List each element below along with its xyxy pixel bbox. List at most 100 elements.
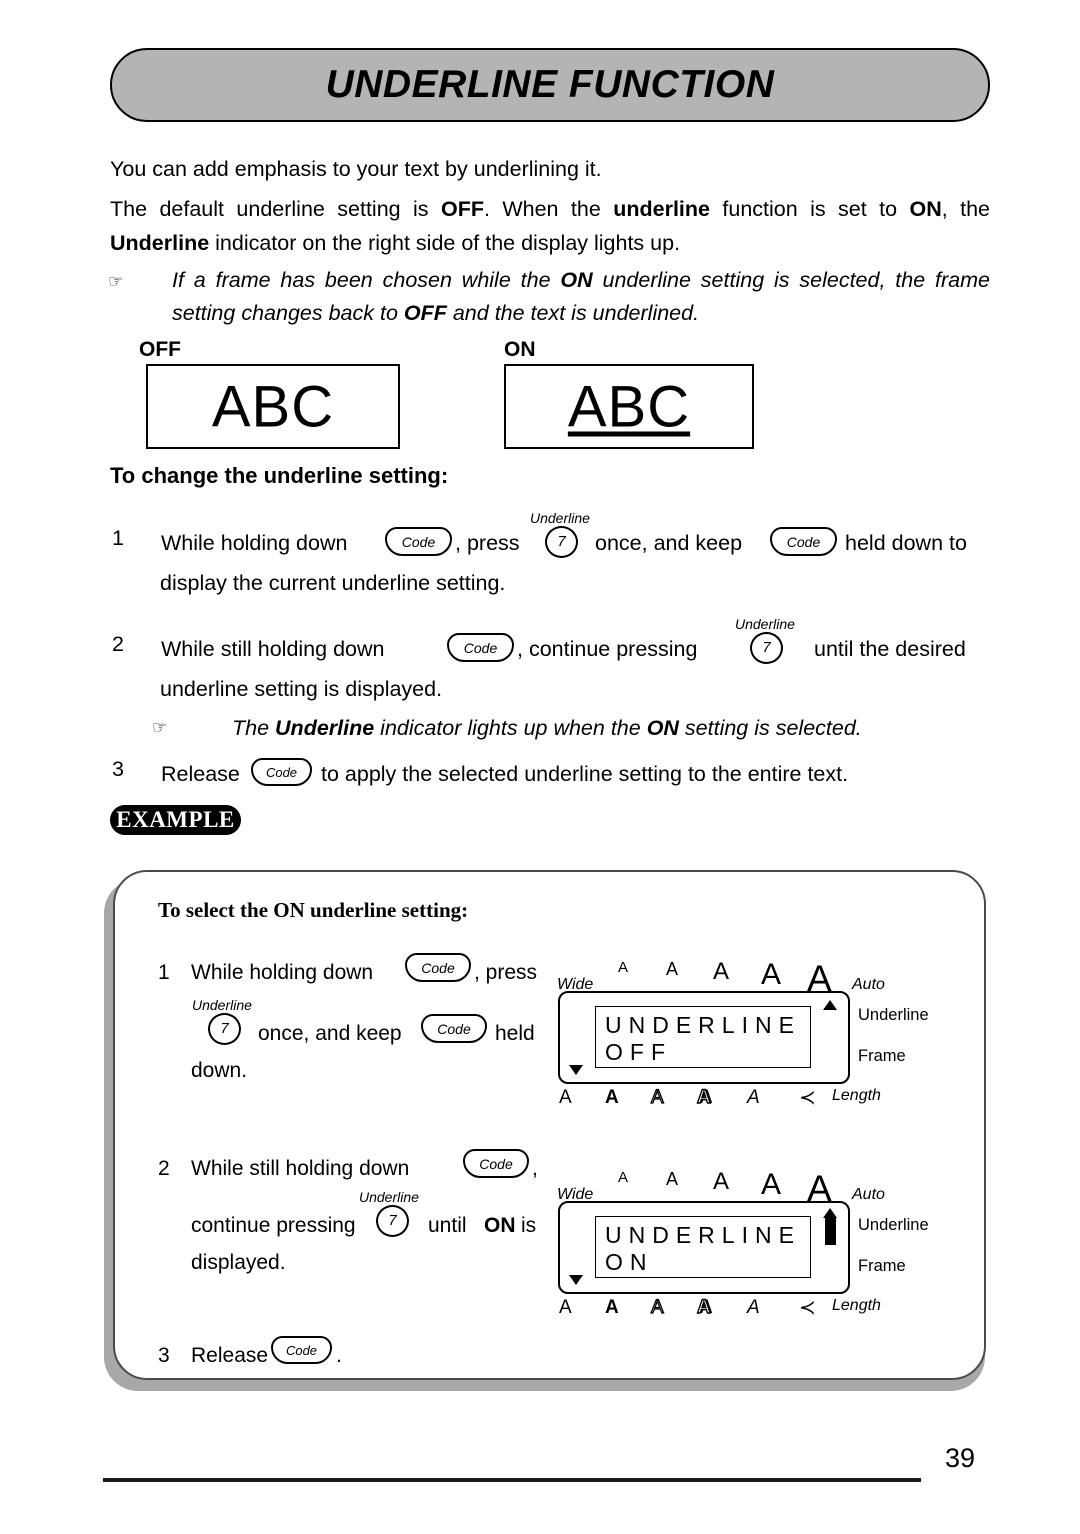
lcd-length-glyph-icon: ≺ [799, 1297, 816, 1319]
sample-on-text: ABC [567, 374, 691, 439]
example-step-2-line3: displayed. [191, 1251, 286, 1274]
note-frame-warning: If a frame has been chosen while the ON … [172, 264, 990, 330]
lcd-text-line-1: UNDERLINE [605, 1222, 801, 1248]
lcd-scroll-down-arrow-icon [569, 1065, 583, 1075]
lcd-size-indicator-3: A [713, 1168, 730, 1195]
key-code-example-1b[interactable]: Code [421, 1014, 487, 1043]
key-code-label: Code [786, 534, 821, 550]
lcd-size-indicator-4: A [761, 1168, 782, 1201]
example-step-2-line2c: is [521, 1214, 537, 1237]
key-code-label: Code [437, 1021, 471, 1037]
lcd-size-indicator-2: A [666, 959, 679, 979]
key-7-label: 7 [557, 533, 566, 550]
lcd-label-length: Length [832, 1087, 881, 1104]
page-title: UNDERLINE FUNCTION [325, 63, 775, 106]
lcd-size-indicator-3: A [713, 958, 730, 985]
lcd-size-indicator-5: A [807, 958, 832, 999]
key-7-step2[interactable]: 7 [750, 632, 783, 664]
key-code-step1-b[interactable]: Code [770, 527, 837, 556]
example-step-1-line2b: held [495, 1022, 535, 1045]
intro-p2-on: ON [909, 197, 942, 221]
key-code-step2[interactable]: Code [447, 633, 514, 662]
step-3-seg-2: to apply the selected underline setting … [321, 762, 849, 786]
example-step-1-line1b: , press [474, 961, 538, 984]
lcd-style-shadow: A [696, 1297, 711, 1318]
step-1-seg-4: held down to [845, 531, 967, 555]
note2-on: ON [646, 716, 679, 740]
pointing-hand-icon: ☞ [108, 272, 124, 291]
lcd-style-outline: A [650, 1297, 664, 1318]
key-7-example-2[interactable]: 7 [376, 1205, 409, 1237]
lcd-style-italic: A [747, 1087, 760, 1108]
note1-on: ON [560, 268, 593, 292]
note1-seg-a: If a frame has been chosen while the [172, 268, 561, 292]
example-step-1-line2a: once, and keep [258, 1022, 402, 1045]
step-3-seg-1: Release [161, 762, 240, 786]
lcd-style-shadow: A [696, 1087, 711, 1108]
sample-off-label: OFF [139, 338, 181, 361]
lcd-text-area: UNDERLINE ON [595, 1216, 811, 1278]
intro-p2-seg-a: The default underline setting is [110, 197, 441, 221]
key-code-label: Code [265, 765, 298, 780]
lcd-scroll-down-arrow-icon [569, 1275, 583, 1285]
lcd-style-normal: A [559, 1087, 572, 1108]
key-7-caption-step1: Underline [530, 510, 590, 526]
lcd-style-bold: A [605, 1087, 619, 1108]
sample-off-text: ABC [211, 374, 335, 439]
key-code-label: Code [463, 640, 498, 656]
intro-p2-off: OFF [440, 197, 484, 221]
example-step-1-line1a: While holding down [191, 961, 374, 984]
pointing-hand-icon: ☞ [152, 718, 168, 737]
key-7-label: 7 [762, 639, 771, 656]
lcd-size-indicator-4: A [761, 958, 782, 991]
note1-seg-c: and the text is underlined. [446, 301, 700, 325]
key-code-example-3[interactable]: Code [271, 1336, 332, 1364]
lcd-label-underline: Underline [858, 1006, 929, 1024]
lcd-style-normal: A [559, 1297, 572, 1318]
step-2-seg-3: until the desired [814, 637, 966, 661]
lcd-underline-indicator-lit [825, 1218, 836, 1245]
step-2-line-2: underline setting is displayed. [160, 677, 443, 701]
key-7-step1[interactable]: 7 [545, 526, 578, 558]
example-step-2-on: ON [484, 1214, 516, 1237]
key-code-label: Code [421, 960, 455, 976]
key-code-label: Code [479, 1156, 513, 1172]
key-code-step1-a[interactable]: Code [385, 527, 452, 556]
key-7-example-1[interactable]: 7 [208, 1013, 241, 1045]
step-1-line-2: display the current underline setting. [160, 571, 506, 595]
intro-p2-seg-b: . When the [483, 197, 614, 221]
lcd-size-indicator-5: A [807, 1168, 832, 1209]
step-2-number: 2 [112, 632, 124, 656]
lcd-label-auto: Auto [852, 1186, 885, 1203]
lcd-text-line-2: ON [605, 1249, 654, 1275]
lcd-label-underline: Underline [858, 1216, 929, 1234]
sample-off-box: ABC [146, 364, 400, 449]
step-2-seg-2: , continue pressing [517, 637, 698, 661]
intro-paragraph-2: The default underline setting is OFF. Wh… [110, 192, 990, 260]
lcd-style-outline: A [650, 1087, 664, 1108]
lcd-display-on: Wide Auto A A A A A UNDERLINE ON Underli… [555, 1168, 929, 1319]
note2-seg-a: The [232, 716, 276, 740]
lcd-display-off: Wide Auto A A A A A UNDERLINE OFF Underl… [555, 958, 929, 1109]
lcd-label-frame: Frame [858, 1257, 906, 1275]
note-underline-indicator: The Underline indicator lights up when t… [232, 712, 992, 745]
example-title: To select the ON underline setting: [158, 898, 469, 922]
page-header-banner: UNDERLINE FUNCTION [110, 48, 990, 122]
note2-underline: Underline [275, 716, 375, 740]
lcd-text-line-1: UNDERLINE [605, 1012, 801, 1038]
lcd-style-italic: A [747, 1297, 760, 1318]
key-7-label: 7 [220, 1020, 229, 1037]
example-step-3-line1a: Release [191, 1344, 269, 1367]
key-code-example-1a[interactable]: Code [405, 953, 471, 982]
example-badge: EXAMPLE [110, 805, 241, 835]
lcd-text-area: UNDERLINE OFF [595, 1006, 811, 1068]
lcd-label-auto: Auto [852, 976, 885, 993]
key-code-example-2[interactable]: Code [463, 1149, 529, 1178]
page-number: 39 [945, 1443, 976, 1473]
footer-divider [103, 1478, 921, 1482]
lcd-scroll-up-arrow-icon [823, 1208, 837, 1218]
sample-on-box: ABC [504, 364, 754, 449]
example-step-3-number: 3 [158, 1344, 170, 1367]
key-code-step3[interactable]: Code [251, 758, 312, 786]
lcd-label-frame: Frame [858, 1047, 906, 1065]
